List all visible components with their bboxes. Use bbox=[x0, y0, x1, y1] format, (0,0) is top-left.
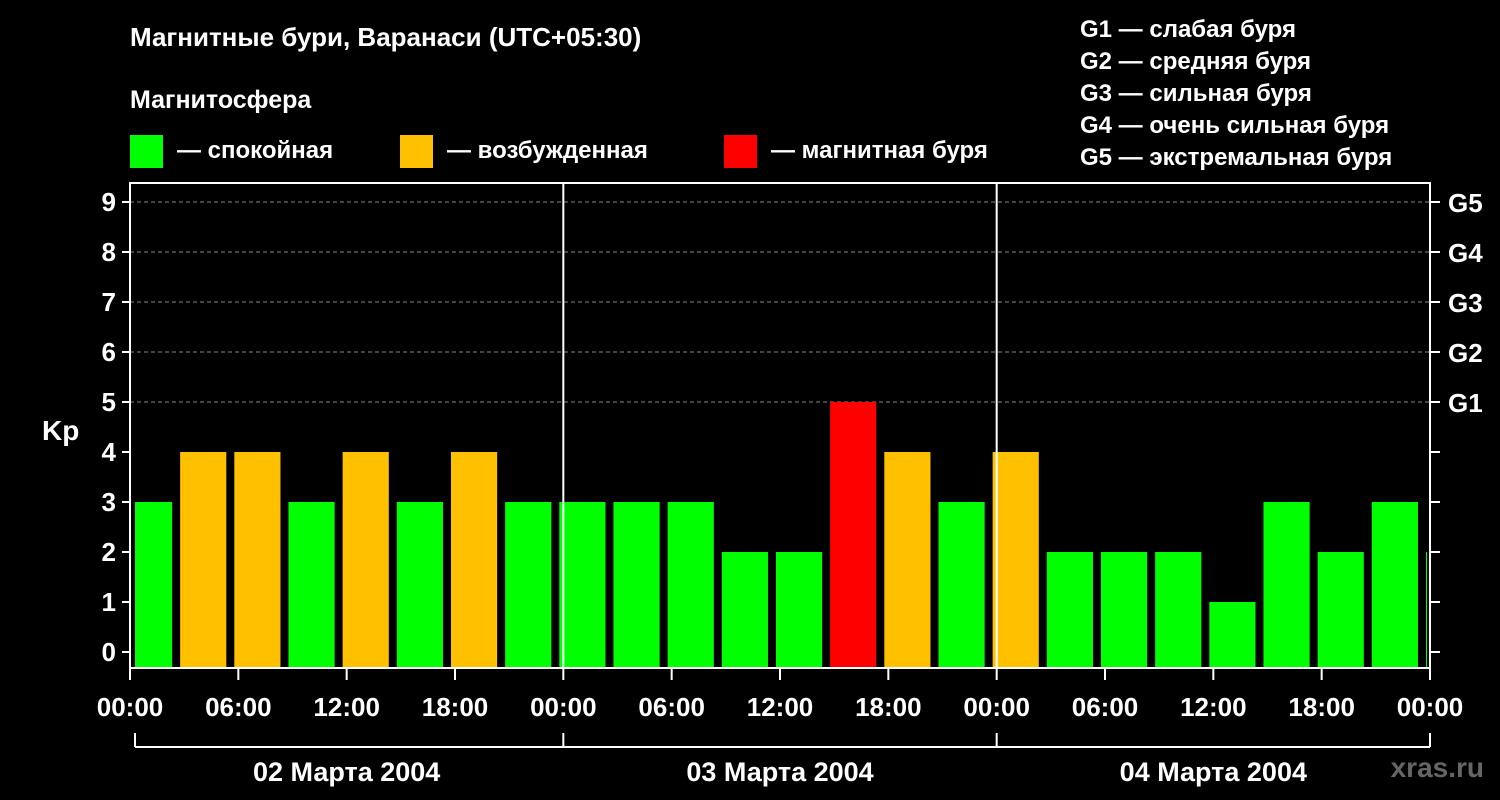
bar-0 bbox=[135, 502, 173, 668]
x-tick-label-3: 18:00 bbox=[422, 692, 489, 722]
bar-6 bbox=[450, 452, 498, 668]
right-axis-label-g4: G4 bbox=[1448, 238, 1483, 268]
y-tick-label-8: 8 bbox=[102, 237, 116, 267]
bar-21 bbox=[1263, 502, 1310, 668]
y-tick-label-5: 5 bbox=[102, 387, 116, 417]
bar-20 bbox=[1209, 602, 1256, 668]
bar-8 bbox=[559, 502, 606, 668]
bar-22 bbox=[1317, 552, 1364, 668]
bar-14 bbox=[884, 452, 931, 668]
bar-3 bbox=[288, 502, 335, 668]
x-tick-label-1: 06:00 bbox=[205, 692, 272, 722]
y-tick-label-0: 0 bbox=[102, 637, 116, 667]
x-tick-label-10: 12:00 bbox=[1180, 692, 1247, 722]
right-axis-label-g3: G3 bbox=[1448, 288, 1483, 318]
kp-bar-chart: 0 1 2 3 4 5 6 7 8 9 G1 G2 G3 G4 G5 Kp 00:00 06:00 12:00 18:… bbox=[42, 182, 1483, 787]
y-tick-label-1: 1 bbox=[102, 587, 116, 617]
x-tick-label-5: 06:00 bbox=[638, 692, 705, 722]
x-tick-label-7: 18:00 bbox=[855, 692, 922, 722]
y-tick-label-2: 2 bbox=[102, 537, 116, 567]
x-tick-label-6: 12:00 bbox=[747, 692, 814, 722]
y-tick-label-6: 6 bbox=[102, 337, 116, 367]
bar-18 bbox=[1100, 552, 1148, 668]
right-axis-label-g1: G1 bbox=[1448, 388, 1483, 418]
bar-7 bbox=[505, 502, 552, 668]
x-tick-label-8: 00:00 bbox=[963, 692, 1030, 722]
y-tick-label-9: 9 bbox=[102, 187, 116, 217]
y-axis-label: Kp bbox=[42, 415, 79, 446]
bar-1 bbox=[180, 452, 227, 668]
x-tick-label-0: 00:00 bbox=[97, 692, 164, 722]
bar-23 bbox=[1371, 502, 1418, 668]
y-tick-label-3: 3 bbox=[102, 487, 116, 517]
x-tick-label-9: 06:00 bbox=[1072, 692, 1139, 722]
bar-9 bbox=[613, 502, 660, 668]
x-tick-label-2: 12:00 bbox=[313, 692, 380, 722]
bar-24 bbox=[1425, 552, 1427, 668]
bar-15 bbox=[938, 502, 985, 668]
day-label-1: 03 Марта 2004 bbox=[686, 757, 873, 787]
y-tick-label-7: 7 bbox=[102, 287, 116, 317]
bar-16 bbox=[992, 452, 1039, 668]
day-label-0: 02 Марта 2004 bbox=[253, 757, 440, 787]
bar-17 bbox=[1046, 552, 1093, 668]
bar-10 bbox=[667, 502, 714, 668]
watermark: xras.ru bbox=[1390, 752, 1484, 783]
bar-11 bbox=[721, 552, 768, 668]
x-tick-label-4: 00:00 bbox=[530, 692, 597, 722]
y-tick-label-4: 4 bbox=[102, 437, 117, 467]
bar-19 bbox=[1155, 552, 1202, 668]
day-label-2: 04 Марта 2004 bbox=[1120, 757, 1307, 787]
bar-12 bbox=[775, 552, 823, 668]
right-axis-label-g5: G5 bbox=[1448, 188, 1483, 218]
x-tick-label-12: 00:00 bbox=[1397, 692, 1464, 722]
bar-5 bbox=[396, 502, 443, 668]
right-axis-label-g2: G2 bbox=[1448, 338, 1483, 368]
bar-4 bbox=[342, 452, 389, 668]
x-tick-label-11: 18:00 bbox=[1288, 692, 1355, 722]
bar-2 bbox=[234, 452, 281, 668]
bar-13 bbox=[830, 402, 877, 668]
